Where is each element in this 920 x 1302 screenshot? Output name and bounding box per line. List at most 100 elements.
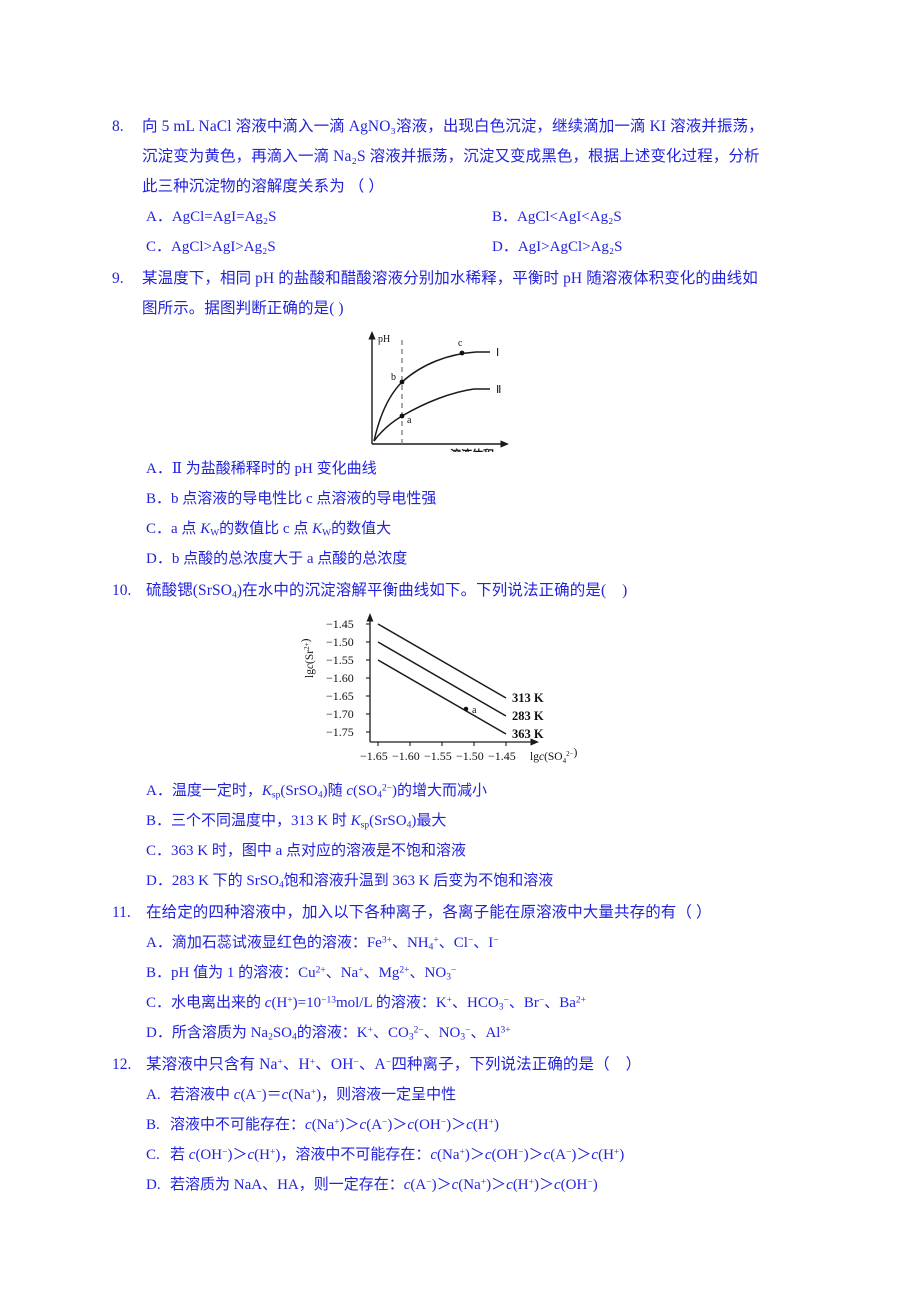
question-9-number: 9.: [112, 270, 124, 287]
question-8-option-c[interactable]: C．AgCl>AgI>Ag₂S: [146, 232, 492, 262]
question-8-option-a[interactable]: A．AgCl=AgI=Ag₂S: [146, 202, 492, 232]
question-12-option-c-text: 若 c(OH−)＞c(H+)，溶液中不可能存在：c(Na+)＞c(OH−)＞c(…: [170, 1147, 625, 1163]
srso4-chart-xtick-0: −1.65: [360, 749, 388, 763]
ph-dilution-chart-inner: b a c Ⅰ Ⅱ pH 溶液体积: [350, 326, 570, 461]
question-10-first-line: 10. 硫酸锶(SrSO4)在水中的沉淀溶解平衡曲线如下。下列说法正确的是( ): [112, 576, 838, 606]
srso4-chart-ytick-0: −1.45: [326, 617, 354, 631]
question-11-number: 11.: [112, 904, 131, 921]
question-11-option-d-text: 所含溶质为 Na2SO4的溶液：K+、CO32−、NO3−、Al3+: [171, 1025, 511, 1043]
question-10-stem-line-1: 硫酸锶(SrSO4)在水中的沉淀溶解平衡曲线如下。下列说法正确的是( ): [146, 582, 628, 601]
question-10-option-a-label: A．: [146, 783, 172, 799]
question-11-first-line: 11. 在给定的四种溶液中，加入以下各种离子，各离子能在原溶液中大量共存的有（ …: [112, 898, 838, 928]
srso4-chart-legend-363k: 363 K: [512, 727, 544, 741]
question-10-option-c[interactable]: C．363 K 时，图中 a 点对应的溶液是不饱和溶液: [112, 836, 838, 866]
srso4-chart-ytick-4: −1.65: [326, 689, 354, 703]
ph-dilution-chart: b a c Ⅰ Ⅱ pH 溶液体积: [112, 326, 838, 461]
question-9-option-a[interactable]: A．Ⅱ 为盐酸稀释时的 pH 变化曲线: [112, 454, 838, 484]
question-9-option-b-text: b 点溶液的导电性比 c 点溶液的导电性强: [171, 491, 437, 507]
question-12-stem-line-1: 某溶液中只含有 Na+、H+、OH−、A−四种离子，下列说法正确的是（ ）: [146, 1056, 642, 1073]
question-8-options-row-1: A．AgCl=AgI=Ag₂S B．AgCl<AgI<Ag₂S: [112, 202, 838, 232]
question-12: 12. 某溶液中只含有 Na+、H+、OH−、A−四种离子，下列说法正确的是（ …: [112, 1050, 838, 1200]
exam-page: 8. 向 5 mL NaCl 溶液中滴入一滴 AgNO₃溶液，出现白色沉淀，继续…: [0, 0, 920, 1302]
question-8-stem-line-3: 此三种沉淀物的溶解度关系为 （ ）: [142, 178, 384, 195]
question-11-option-a-label: A．: [146, 935, 172, 951]
question-10-option-a[interactable]: A．温度一定时，Ksp(SrSO4)随 c(SO42−)的增大而减小: [112, 776, 838, 806]
question-9-option-d-label: D．: [146, 551, 172, 567]
srso4-chart-legend-313k: 313 K: [512, 691, 544, 705]
srso4-chart-legend-283k: 283 K: [512, 709, 544, 723]
question-8-option-d-label: D．: [492, 239, 518, 255]
ph-chart-x-axis-label: 溶液体积: [450, 447, 494, 452]
srso4-chart-ytick-5: −1.70: [326, 707, 354, 721]
question-8-first-line: 8. 向 5 mL NaCl 溶液中滴入一滴 AgNO₃溶液，出现白色沉淀，继续…: [112, 112, 838, 142]
question-9-option-c[interactable]: C．a 点 KW的数值比 c 点 KW的数值大: [112, 514, 838, 544]
srso4-chart-xtick-4: −1.45: [488, 749, 516, 763]
question-9-option-b[interactable]: B．b 点溶液的导电性比 c 点溶液的导电性强: [112, 484, 838, 514]
question-10-option-c-text: 363 K 时，图中 a 点对应的溶液是不饱和溶液: [171, 843, 467, 859]
srso4-equilibrium-chart: lgc(Sr2+) −1.45 −1.50 −1.55 −1.60 −1.65 …: [112, 606, 838, 776]
srso4-chart-ytick-6: −1.75: [326, 725, 354, 739]
question-9-option-d[interactable]: D．b 点酸的总浓度大于 a 点酸的总浓度: [112, 544, 838, 574]
question-10: 10. 硫酸锶(SrSO4)在水中的沉淀溶解平衡曲线如下。下列说法正确的是( )…: [112, 576, 838, 896]
srso4-chart-svg: lgc(Sr2+) −1.45 −1.50 −1.55 −1.60 −1.65 …: [300, 613, 578, 765]
srso4-chart-line-313k: [377, 623, 507, 699]
question-10-option-d-label: D．: [146, 873, 172, 889]
question-12-option-b[interactable]: B. 溶液中不可能存在：c(Na+)＞c(A−)＞c(OH−)＞c(H+): [112, 1110, 838, 1140]
question-11-stem-line-1: 在给定的四种溶液中，加入以下各种离子，各离子能在原溶液中大量共存的有（ ）: [146, 904, 712, 921]
srso4-chart-x-axis-label: lgc(SO42−): [530, 747, 578, 765]
srso4-chart-line-363k: [377, 659, 507, 735]
question-8-option-c-text: AgCl>AgI>Ag₂S: [171, 239, 276, 255]
srso4-chart-ytick-3: −1.60: [326, 671, 354, 685]
question-12-option-d[interactable]: D. 若溶质为 NaA、HA，则一定存在：c(A−)＞c(Na+)＞c(H+)＞c…: [112, 1170, 838, 1200]
question-9-stem-line-2: 图所示。据图判断正确的是( ): [142, 300, 344, 317]
question-8-stem-line-1: 向 5 mL NaCl 溶液中滴入一滴 AgNO₃溶液，出现白色沉淀，继续滴加一…: [142, 118, 764, 135]
question-12-number: 12.: [112, 1056, 132, 1073]
question-12-option-c-label: C.: [146, 1147, 160, 1163]
question-11-option-a[interactable]: A．滴加石蕊试液显红色的溶液：Fe3+、NH4+、Cl−、I−: [112, 928, 838, 958]
ph-chart-point-b-label: b: [391, 372, 396, 383]
question-10-option-b[interactable]: B．三个不同温度中，313 K 时 Ksp(SrSO4)最大: [112, 806, 838, 836]
question-8-option-d[interactable]: D．AgI>AgCl>Ag₂S: [492, 232, 838, 262]
question-12-option-a-label: A.: [146, 1087, 161, 1103]
question-8-option-b[interactable]: B．AgCl<AgI<Ag₂S: [492, 202, 838, 232]
question-10-option-b-text: 三个不同温度中，313 K 时 Ksp(SrSO4)最大: [171, 813, 447, 831]
question-10-option-d[interactable]: D．283 K 下的 SrSO4饱和溶液升温到 363 K 后变为不饱和溶液: [112, 866, 838, 896]
question-10-option-a-text: 温度一定时，Ksp(SrSO4)随 c(SO42−)的增大而减小: [171, 783, 488, 801]
question-11: 11. 在给定的四种溶液中，加入以下各种离子，各离子能在原溶液中大量共存的有（ …: [112, 898, 838, 1048]
question-11-option-b[interactable]: B．pH 值为 1 的溶液：Cu2+、Na+、Mg2+、NO3−: [112, 958, 838, 988]
question-11-option-b-text: pH 值为 1 的溶液：Cu2+、Na+、Mg2+、NO3−: [171, 965, 457, 983]
ph-chart-point-c-label: c: [458, 338, 463, 349]
question-8-option-d-text: AgI>AgCl>Ag₂S: [517, 239, 623, 255]
question-8-option-a-label: A．: [146, 209, 172, 225]
question-12-option-a[interactable]: A. 若溶液中 c(A−)＝c(Na+)，则溶液一定呈中性: [112, 1080, 838, 1110]
question-9-option-b-label: B．: [146, 491, 172, 507]
question-9-option-d-text: b 点酸的总浓度大于 a 点酸的总浓度: [171, 551, 408, 567]
question-8-option-b-text: AgCl<AgI<Ag₂S: [517, 209, 622, 225]
question-8-option-c-label: C．: [146, 239, 172, 255]
srso4-chart-xtick-3: −1.50: [456, 749, 484, 763]
question-8: 8. 向 5 mL NaCl 溶液中滴入一滴 AgNO₃溶液，出现白色沉淀，继续…: [112, 112, 838, 262]
srso4-equilibrium-chart-inner: lgc(Sr2+) −1.45 −1.50 −1.55 −1.60 −1.65 …: [300, 606, 640, 779]
srso4-chart-ytick-1: −1.50: [326, 635, 354, 649]
questions-container: 8. 向 5 mL NaCl 溶液中滴入一滴 AgNO₃溶液，出现白色沉淀，继续…: [112, 112, 838, 1202]
question-11-option-b-label: B．: [146, 965, 172, 981]
question-12-option-d-label: D.: [146, 1177, 161, 1193]
question-9-option-c-label: C．: [146, 521, 172, 537]
question-10-option-b-label: B．: [146, 813, 172, 829]
question-11-option-d[interactable]: D．所含溶质为 Na2SO4的溶液：K+、CO32−、NO3−、Al3+: [112, 1018, 838, 1048]
question-8-options-row-2: C．AgCl>AgI>Ag₂S D．AgI>AgCl>Ag₂S: [112, 232, 838, 262]
question-12-option-b-label: B.: [146, 1117, 160, 1133]
question-11-option-c[interactable]: C．水电离出来的 c(H+)=10−13mol/L 的溶液：K+、HCO3−、B…: [112, 988, 838, 1018]
question-11-option-d-label: D．: [146, 1025, 172, 1041]
question-12-option-c[interactable]: C. 若 c(OH−)＞c(H+)，溶液中不可能存在：c(Na+)＞c(OH−)＞…: [112, 1140, 838, 1170]
question-9-option-a-text: Ⅱ 为盐酸稀释时的 pH 变化曲线: [171, 461, 377, 477]
question-8-stem-line-2: 沉淀变为黄色，再滴入一滴 Na₂S 溶液并振荡，沉淀又变成黑色，根据上述变化过程…: [142, 148, 760, 165]
question-11-option-c-text: 水电离出来的 c(H+)=10−13mol/L 的溶液：K+、HCO3−、Br−…: [171, 995, 586, 1013]
ph-chart-series-1-label: Ⅰ: [496, 347, 499, 359]
ph-chart-y-axis-label: pH: [378, 334, 390, 345]
srso4-chart-xtick-1: −1.60: [392, 749, 420, 763]
question-12-first-line: 12. 某溶液中只含有 Na+、H+、OH−、A−四种离子，下列说法正确的是（ …: [112, 1050, 838, 1080]
ph-dilution-svg: b a c Ⅰ Ⅱ pH 溶液体积: [368, 331, 509, 461]
question-10-number: 10.: [112, 582, 132, 599]
srso4-chart-ytick-2: −1.55: [326, 653, 354, 667]
